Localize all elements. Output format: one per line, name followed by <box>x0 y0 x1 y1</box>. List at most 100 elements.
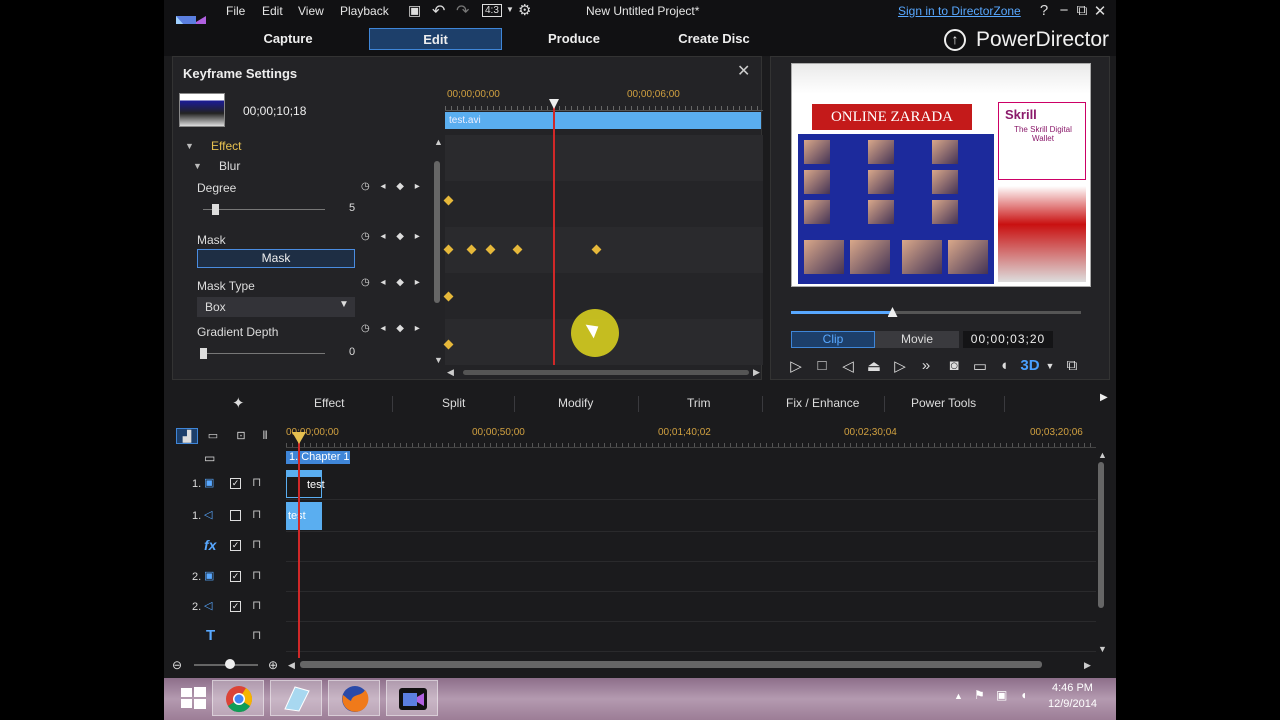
track-enable-checkbox[interactable]: ✓ <box>230 478 241 489</box>
display-quality-icon[interactable]: ▭ <box>969 357 991 375</box>
mask-type-select[interactable]: Box <box>197 297 355 317</box>
chapter-view-icon[interactable]: ⊡ <box>230 428 252 444</box>
volume-icon[interactable]: ◖ <box>993 357 1015 374</box>
menu-file[interactable]: File <box>226 4 245 18</box>
magic-wand-icon[interactable]: ✦ <box>232 394 245 412</box>
audio-clip[interactable]: test <box>286 502 322 530</box>
zoom-out-icon[interactable]: ⊖ <box>172 658 182 672</box>
stop-icon[interactable]: □ <box>811 357 833 374</box>
toolbar-power-tools[interactable]: Power Tools <box>911 396 976 410</box>
network-icon[interactable]: ▣ <box>996 688 1007 702</box>
signin-link[interactable]: Sign in to DirectorZone <box>898 4 1021 18</box>
keyframe-nav-controls[interactable]: ◷ ◂ ◆ ▸ <box>361 181 424 192</box>
redo-icon[interactable]: ↷ <box>456 1 469 21</box>
help-button[interactable]: ? <box>1034 2 1054 19</box>
scroll-left-icon[interactable]: ◀ <box>288 660 295 671</box>
scroll-down-icon[interactable]: ▼ <box>1098 644 1107 654</box>
chapter-marker-icon[interactable]: ▭ <box>204 451 215 465</box>
track-enable-checkbox[interactable] <box>230 510 241 521</box>
toolbar-split[interactable]: Split <box>442 396 465 410</box>
degree-slider-knob[interactable] <box>212 204 220 215</box>
vertical-scrollbar[interactable] <box>434 161 440 303</box>
scroll-right-icon[interactable]: ▶ <box>1084 660 1091 671</box>
save-icon[interactable]: ▣ <box>408 2 421 19</box>
collapse-triangle-icon[interactable]: ▼ <box>185 141 194 151</box>
degree-slider-track[interactable] <box>203 209 325 210</box>
maximize-button[interactable]: ⧉ <box>1072 2 1092 19</box>
lock-icon[interactable]: ⊓ <box>252 507 261 521</box>
firefox-taskbar-icon[interactable] <box>328 680 380 716</box>
scroll-up-icon[interactable]: ▲ <box>1098 450 1107 460</box>
3d-mode-icon[interactable]: 3D <box>1019 357 1041 374</box>
audio-mixer-icon[interactable]: ⫴ <box>254 428 276 444</box>
track-enable-checkbox[interactable]: ✓ <box>230 540 241 551</box>
tab-create-disc[interactable]: Create Disc <box>644 28 784 50</box>
clock-date[interactable]: 12/9/2014 <box>1048 698 1097 710</box>
snapshot-camera-icon[interactable]: ◙ <box>943 357 965 374</box>
volume-icon[interactable]: ◖ <box>1020 688 1027 702</box>
undo-icon[interactable]: ↶ <box>432 1 445 21</box>
previous-frame-icon[interactable]: ◁ <box>837 357 859 375</box>
chevron-down-icon[interactable]: ▼ <box>339 299 349 310</box>
toolbar-effect[interactable]: Effect <box>314 396 344 410</box>
keyframe-nav-controls[interactable]: ◷ ◂ ◆ ▸ <box>361 231 424 242</box>
timeline-vertical-scrollbar[interactable] <box>1098 462 1104 608</box>
horizontal-scrollbar[interactable] <box>463 370 749 375</box>
tab-produce[interactable]: Produce <box>504 28 644 50</box>
zoom-slider-knob[interactable] <box>225 659 235 669</box>
action-center-flag-icon[interactable]: ⚑ <box>974 688 985 702</box>
chapter-marker[interactable]: 1. Chapter 1 <box>286 451 350 464</box>
track-enable-checkbox[interactable]: ✓ <box>230 601 241 612</box>
menu-playback[interactable]: Playback <box>340 4 389 18</box>
fast-forward-icon[interactable]: » <box>915 357 937 374</box>
keyframe-clip-bar[interactable]: test.avi <box>445 112 761 129</box>
tab-capture[interactable]: Capture <box>218 28 358 50</box>
scroll-right-icon[interactable]: ▶ <box>753 367 760 378</box>
chevron-down-icon[interactable]: ▼ <box>1039 361 1061 371</box>
lock-icon[interactable]: ⊓ <box>252 475 261 489</box>
gradient-depth-slider-track[interactable] <box>203 353 325 354</box>
chrome-taskbar-icon[interactable] <box>212 680 264 716</box>
mask-button[interactable]: Mask <box>197 249 355 268</box>
gradient-depth-slider-knob[interactable] <box>200 348 207 359</box>
lock-icon[interactable]: ⊓ <box>252 568 261 582</box>
settings-gear-icon[interactable]: ⚙ <box>518 1 531 19</box>
timeline-view-icon[interactable]: ▟ <box>176 428 198 444</box>
storyboard-view-icon[interactable]: ▭ <box>202 428 224 444</box>
scroll-left-icon[interactable]: ◀ <box>447 367 454 378</box>
powerdirector-taskbar-icon[interactable] <box>386 680 438 716</box>
undock-preview-icon[interactable]: ⧉ <box>1061 357 1083 374</box>
collapse-triangle-icon[interactable]: ▼ <box>193 161 202 171</box>
lock-icon[interactable]: ⊓ <box>252 628 261 642</box>
play-icon[interactable]: ▷ <box>785 357 807 375</box>
preview-video-frame[interactable]: ONLINE ZARADA Skrill The Skrill Digital … <box>791 63 1091 287</box>
toolbar-fix-enhance[interactable]: Fix / Enhance <box>786 396 859 410</box>
next-frame-icon[interactable]: ▷ <box>889 357 911 375</box>
app-taskbar-icon[interactable] <box>270 680 322 716</box>
zoom-in-icon[interactable]: ⊕ <box>268 658 278 672</box>
keyframe-nav-controls[interactable]: ◷ ◂ ◆ ▸ <box>361 277 424 288</box>
aspect-ratio-icon[interactable]: 4:3 <box>482 4 502 17</box>
scroll-up-icon[interactable]: ▲ <box>434 137 443 147</box>
close-icon[interactable]: ✕ <box>737 61 750 81</box>
menu-edit[interactable]: Edit <box>262 4 283 18</box>
close-button[interactable]: ✕ <box>1090 2 1110 20</box>
toolbar-trim[interactable]: Trim <box>687 396 711 410</box>
track-enable-checkbox[interactable]: ✓ <box>230 571 241 582</box>
clip-mode-button[interactable]: Clip <box>791 331 875 348</box>
timeline-playhead[interactable] <box>298 436 300 658</box>
lock-icon[interactable]: ⊓ <box>252 537 261 551</box>
video-clip[interactable]: test <box>286 470 325 498</box>
tray-expand-icon[interactable]: ▲ <box>954 691 963 701</box>
toolbar-more-icon[interactable]: ▶ <box>1100 392 1108 403</box>
chevron-down-icon[interactable]: ▼ <box>506 5 514 14</box>
minimize-button[interactable]: − <box>1054 2 1074 19</box>
toolbar-modify[interactable]: Modify <box>558 396 593 410</box>
tab-edit[interactable]: Edit <box>369 28 502 50</box>
lock-icon[interactable]: ⊓ <box>252 598 261 612</box>
preview-timecode[interactable]: 00;00;03;20 <box>963 331 1053 348</box>
clock-time[interactable]: 4:46 PM <box>1052 682 1093 694</box>
movie-mode-button[interactable]: Movie <box>875 331 959 348</box>
split-icon[interactable]: ⏏ <box>863 357 885 375</box>
menu-view[interactable]: View <box>298 4 324 18</box>
